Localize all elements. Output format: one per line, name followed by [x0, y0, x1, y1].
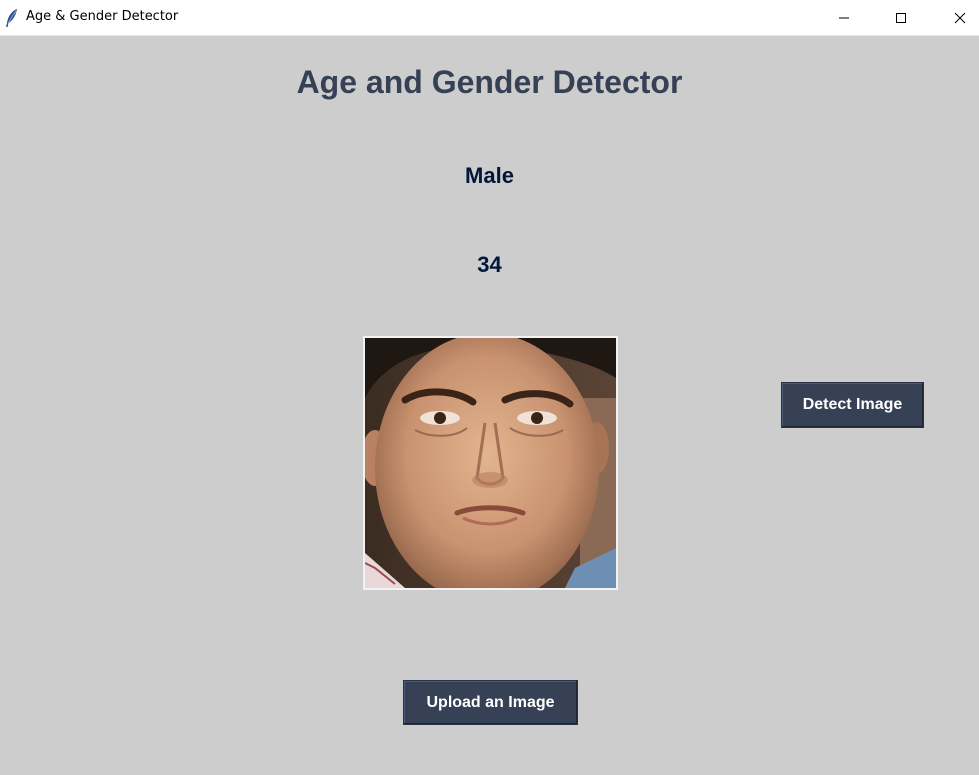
feather-icon	[4, 8, 20, 28]
maximize-icon	[896, 13, 906, 23]
close-button[interactable]	[937, 0, 979, 36]
page-title: Age and Gender Detector	[296, 64, 683, 100]
window-titlebar: Age & Gender Detector	[0, 0, 979, 36]
maximize-button[interactable]	[878, 0, 924, 36]
upload-image-button[interactable]: Upload an Image	[403, 680, 578, 725]
minimize-icon	[839, 17, 849, 19]
gender-result-label: Male	[465, 163, 514, 188]
age-result-label: 34	[477, 252, 502, 277]
window-title: Age & Gender Detector	[26, 9, 179, 24]
detect-image-button[interactable]: Detect Image	[781, 382, 924, 428]
uploaded-face-image	[363, 336, 618, 590]
close-icon	[954, 12, 966, 24]
minimize-button[interactable]	[821, 0, 867, 36]
